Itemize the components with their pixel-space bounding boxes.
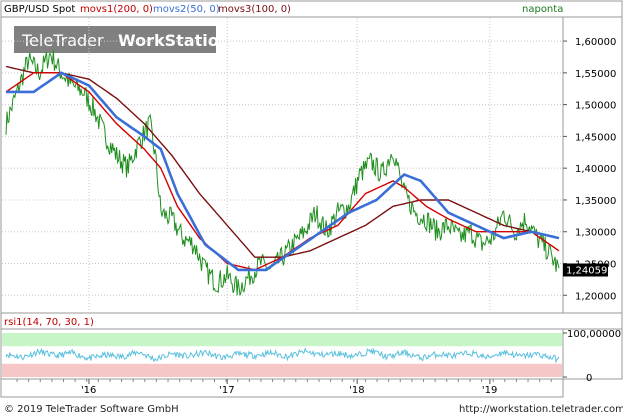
rsi-oversold-band [2, 363, 562, 377]
legend-ma2: movs2(50, 0) [153, 4, 220, 15]
price-tick-label: 1,45000 [575, 132, 616, 143]
watermark-product: WorkStation [118, 31, 230, 50]
rsi-tick-label: 100,00000 [567, 329, 621, 340]
price-tick-label: 1,50000 [575, 101, 616, 112]
price-plot-area[interactable] [0, 16, 564, 314]
price-tick-label: 1,30000 [575, 228, 616, 239]
time-tick-label: '19 [482, 385, 497, 396]
rsi-legend-strip [0, 312, 623, 330]
time-tick-label: '16 [81, 385, 96, 396]
legend-ma3: movs3(100, 0) [218, 4, 291, 15]
watermark: TeleTrader WorkStation [14, 26, 230, 53]
chart-canvas[interactable]: GBP/USD Spot movs1(200, 0) movs2(50, 0) … [0, 0, 623, 417]
price-tick-label: 1,35000 [575, 196, 616, 207]
time-tick-label: '17 [219, 385, 234, 396]
timeframe-label[interactable]: naponta [522, 4, 563, 15]
rsi-tick-label: 0 [586, 373, 592, 384]
last-value-label: 1,24059 [566, 265, 607, 276]
price-tick-label: 1,55000 [575, 69, 616, 80]
price-tick-label: 1,20000 [575, 291, 616, 302]
website-url[interactable]: http://workstation.teletrader.com [459, 404, 623, 415]
watermark-brand: TeleTrader [21, 31, 104, 50]
price-tick-label: 1,40000 [575, 164, 616, 175]
legend-ma1: movs1(200, 0) [80, 4, 153, 15]
rsi-overbought-band [2, 333, 562, 347]
copyright-text: © 2019 TeleTrader Software GmbH [4, 404, 179, 415]
price-tick-label: 1,60000 [575, 37, 616, 48]
time-tick-label: '18 [349, 385, 364, 396]
rsi-title: rsi1(14, 70, 30, 1) [4, 317, 94, 328]
chart-window: GBP/USD Spot movs1(200, 0) movs2(50, 0) … [0, 0, 623, 417]
legend-symbol: GBP/USD Spot [4, 4, 75, 15]
last-value-tag: 1,24059 [563, 263, 608, 277]
